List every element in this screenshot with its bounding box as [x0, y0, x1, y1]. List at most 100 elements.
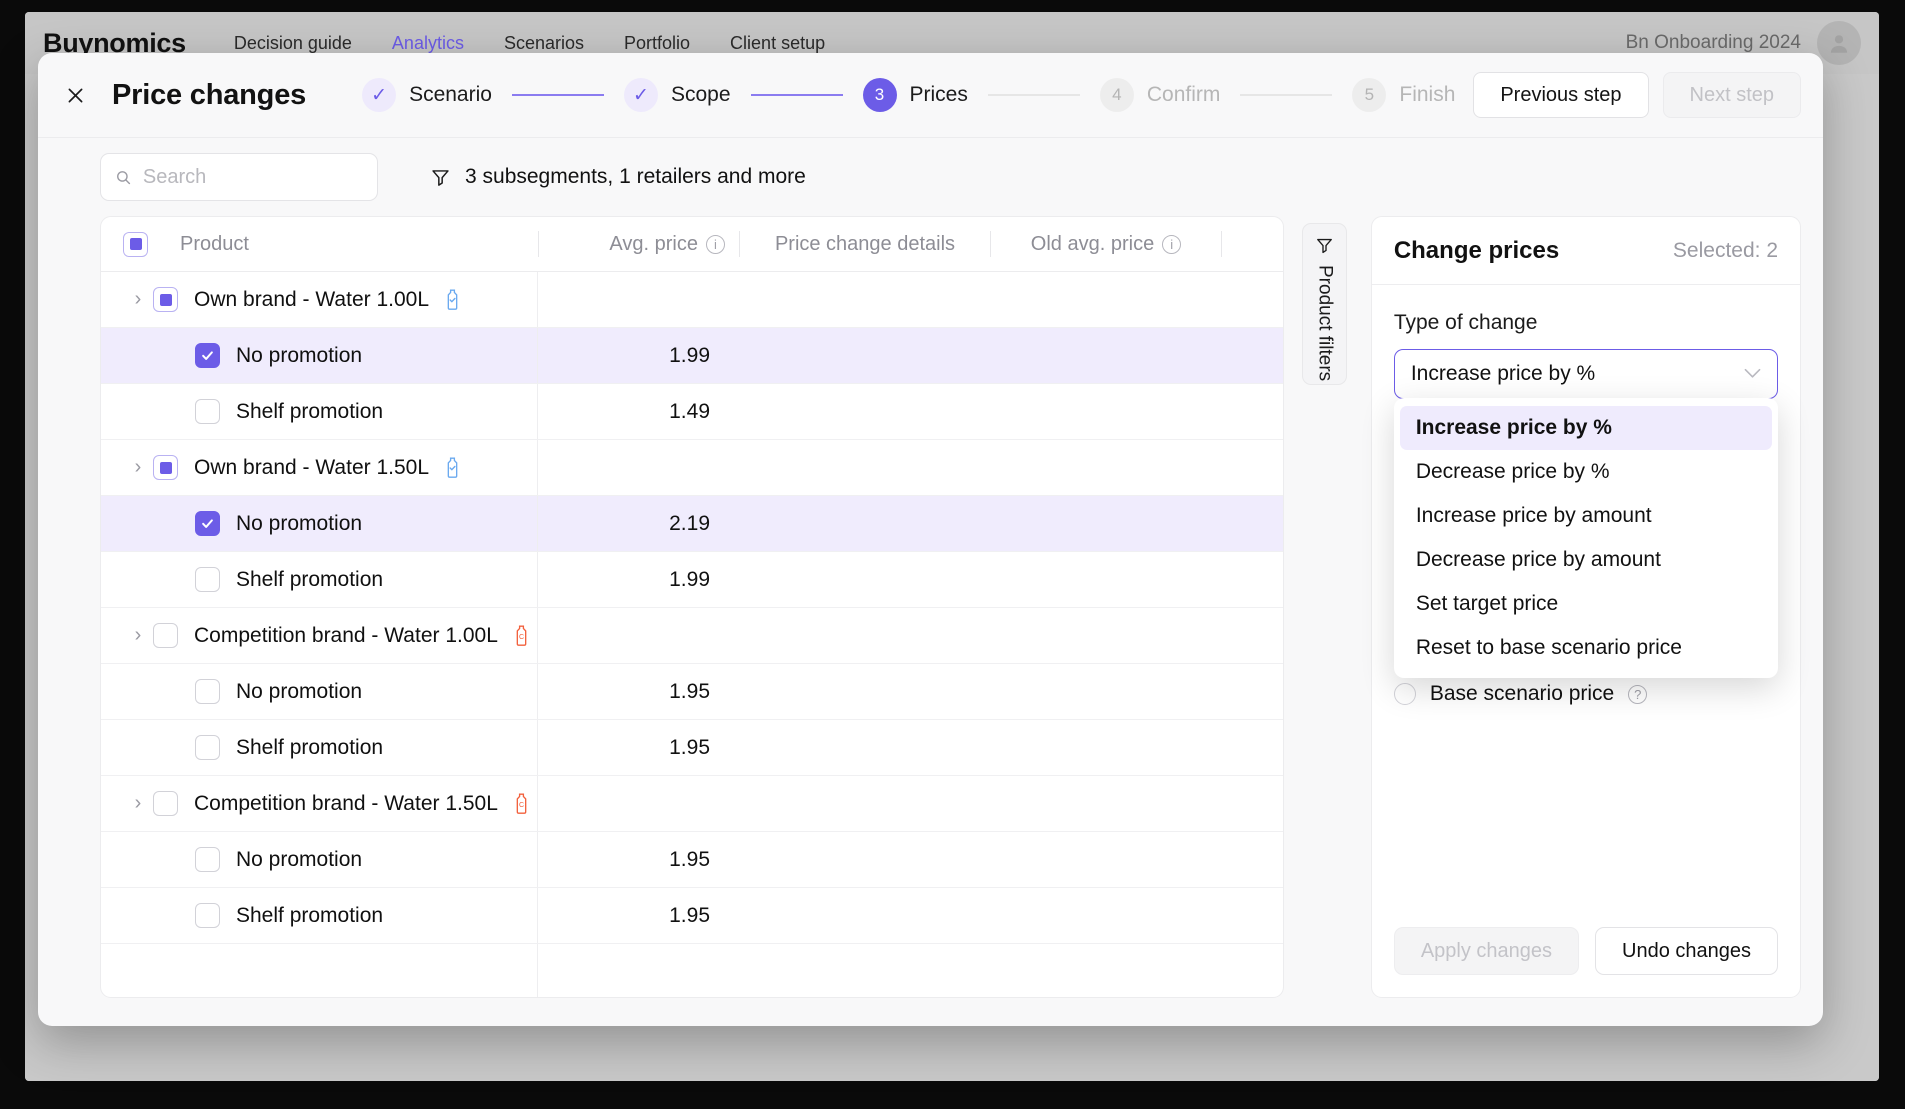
tenant-label: Bn Onboarding 2024 [1625, 32, 1801, 53]
row-checkbox[interactable] [153, 791, 178, 816]
table-header-price-change-details-label: Price change details [774, 232, 956, 255]
info-icon[interactable]: i [706, 234, 725, 254]
step-prices[interactable]: 3 Prices [862, 78, 968, 112]
previous-step-button[interactable]: Previous step [1473, 72, 1649, 118]
avg-price-value: 1.99 [669, 567, 710, 591]
product-name: Own brand - Water 1.00L [194, 287, 429, 311]
dropdown-option-set-target-price[interactable]: Set target price [1400, 582, 1772, 626]
table-row[interactable]: › Competition brand - Water 1.00L C [101, 608, 1283, 664]
modal-header: Price changes ✓ Scenario ✓ Scope 3 Price… [38, 53, 1823, 138]
svg-text:C: C [519, 634, 524, 641]
search-box[interactable] [100, 153, 378, 201]
base-scenario-price-radio[interactable] [1393, 683, 1416, 705]
avg-price-value: 1.95 [669, 847, 710, 871]
dropdown-option-increase-price-by-percent[interactable]: Increase price by % [1399, 406, 1772, 450]
table-row[interactable]: › Own brand - Water 1.00L [101, 272, 1283, 328]
table-row[interactable]: No promotion 1.95 [101, 664, 1283, 720]
row-checkbox[interactable] [195, 511, 220, 536]
promotion-name: No promotion [236, 343, 363, 367]
table-row[interactable]: › Competition brand - Water 1.50L C [101, 776, 1283, 832]
step-scope[interactable]: ✓ Scope [623, 78, 731, 112]
products-table: Product Avg. price i Price change detail… [100, 216, 1284, 998]
search-input[interactable] [142, 165, 363, 189]
undo-changes-button[interactable]: Undo changes [1595, 927, 1778, 975]
dropdown-option-decrease-price-by-amount[interactable]: Decrease price by amount [1400, 538, 1772, 582]
modal-body: Product Avg. price i Price change detail… [38, 216, 1823, 1026]
table-row[interactable]: No promotion 1.95 [101, 832, 1283, 888]
row-checkbox[interactable] [195, 399, 220, 424]
table-header-price-change-details: Price change details [740, 233, 990, 256]
row-checkbox[interactable] [153, 287, 178, 312]
row-checkbox[interactable] [195, 847, 220, 872]
table-toolbar: 3 subsegments, 1 retailers and more [38, 138, 1823, 216]
avg-price-value: 1.99 [669, 343, 710, 367]
table-header-old-avg-price-label: Old avg. price [1030, 232, 1155, 255]
row-checkbox[interactable] [195, 567, 220, 592]
chevron-down-icon [1744, 366, 1761, 383]
avg-price-value: 1.95 [669, 903, 710, 927]
type-of-change-value: Increase price by % [1410, 362, 1596, 385]
select-all-checkbox[interactable] [123, 231, 148, 257]
step-finish: 5 Finish [1352, 78, 1455, 112]
table-row[interactable]: Shelf promotion 1.99 [101, 552, 1283, 608]
product-filters-tab[interactable]: Product filters [1301, 223, 1347, 385]
step-connector [511, 94, 604, 96]
step-scenario-label: Scenario [409, 83, 492, 106]
row-checkbox[interactable] [195, 903, 220, 928]
competition-bottle-icon: C [512, 793, 531, 814]
nav-link-client-setup[interactable]: Client setup [730, 33, 825, 54]
promotion-name: Shelf promotion [236, 399, 384, 423]
promotion-name: No promotion [236, 679, 363, 703]
dropdown-option-decrease-price-by-percent[interactable]: Decrease price by % [1400, 450, 1772, 494]
help-circle-icon[interactable]: ? [1628, 684, 1648, 704]
row-checkbox[interactable] [153, 455, 178, 480]
product-filters-tab-label: Product filters [1314, 265, 1336, 382]
row-checkbox[interactable] [195, 343, 220, 368]
step-scope-label: Scope [670, 83, 731, 106]
avatar[interactable] [1817, 21, 1861, 65]
dropdown-option-reset-to-base-scenario-price[interactable]: Reset to base scenario price [1400, 626, 1772, 670]
row-checkbox[interactable] [195, 679, 220, 704]
nav-link-scenarios[interactable]: Scenarios [504, 33, 584, 54]
row-checkbox[interactable] [153, 623, 178, 648]
base-scenario-price-option[interactable]: Base scenario price ? [1393, 682, 1648, 706]
table-header-row: Product Avg. price i Price change detail… [101, 217, 1283, 272]
filter-summary-text: 3 subsegments, 1 retailers and more [465, 165, 806, 188]
change-prices-content: Type of change Increase price by % Incre… [1372, 285, 1800, 927]
row-checkbox[interactable] [195, 735, 220, 760]
table-row[interactable]: › Own brand - Water 1.50L [101, 440, 1283, 496]
info-icon[interactable]: i [1162, 234, 1182, 254]
nav-link-decision-guide[interactable]: Decision guide [234, 33, 352, 54]
step-confirm-bubble: 4 [1099, 78, 1134, 112]
dropdown-option-increase-price-by-amount[interactable]: Increase price by amount [1400, 494, 1772, 538]
nav-link-analytics[interactable]: Analytics [392, 33, 464, 54]
filter-summary[interactable]: 3 subsegments, 1 retailers and more [430, 165, 806, 189]
svg-text:C: C [519, 802, 524, 809]
competition-bottle-icon: C [512, 625, 531, 646]
funnel-icon [432, 169, 449, 186]
table-header-product-label: Product [180, 232, 249, 255]
chevron-right-icon[interactable]: › [123, 792, 153, 815]
chevron-right-icon[interactable]: › [123, 288, 153, 311]
table-row[interactable]: Shelf promotion 1.95 [101, 888, 1283, 944]
close-icon[interactable] [60, 80, 90, 110]
table-row[interactable]: Shelf promotion 1.49 [101, 384, 1283, 440]
step-finish-bubble: 5 [1352, 78, 1387, 112]
table-header-product: Product [101, 231, 538, 257]
avg-price-value: 1.95 [669, 679, 710, 703]
table-row[interactable]: No promotion 2.19 [101, 496, 1283, 552]
price-changes-modal: Price changes ✓ Scenario ✓ Scope 3 Price… [38, 53, 1823, 1026]
step-prices-label: Prices [909, 83, 968, 106]
modal-header-actions: Previous step Next step [1473, 72, 1801, 118]
table-row[interactable]: Shelf promotion 1.95 [101, 720, 1283, 776]
table-row[interactable]: No promotion 1.99 [101, 328, 1283, 384]
nav-link-portfolio[interactable]: Portfolio [624, 33, 690, 54]
chevron-right-icon[interactable]: › [123, 456, 153, 479]
change-prices-header: Change prices Selected: 2 [1371, 217, 1800, 285]
type-of-change-select[interactable]: Increase price by % [1393, 349, 1778, 399]
step-scenario[interactable]: ✓ Scenario [362, 78, 492, 112]
table-header-avg-price: Avg. price i [539, 233, 739, 256]
screen: Buynomics Decision guide Analytics Scena… [0, 0, 1905, 1109]
type-of-change-dropdown[interactable]: Increase price by % Decrease price by % … [1393, 398, 1778, 678]
chevron-right-icon[interactable]: › [123, 624, 153, 647]
